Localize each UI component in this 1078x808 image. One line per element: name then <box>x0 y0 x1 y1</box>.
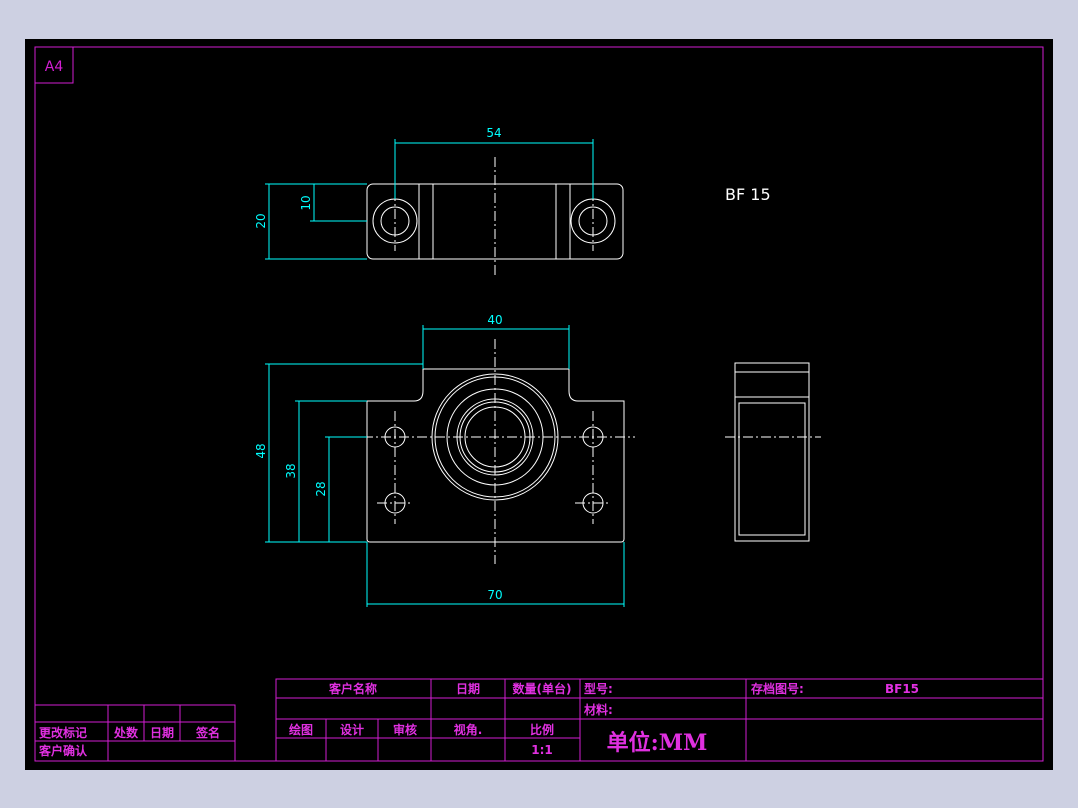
tb-drawn: 绘图 <box>289 722 313 737</box>
tb-date: 日期 <box>456 681 480 696</box>
dim-front-step-width: 40 <box>487 313 502 327</box>
tb-customer-name: 客户名称 <box>328 681 377 696</box>
tb-view-angle: 视角. <box>454 722 483 737</box>
dim-front-height: 48 <box>254 443 268 458</box>
top-view <box>366 157 624 277</box>
side-view-body <box>734 362 810 542</box>
tb-material: 材料: <box>583 702 613 717</box>
tb-review: 审核 <box>393 722 417 737</box>
tb-unit: 单位:MM <box>607 730 708 756</box>
dim-top-height: 20 <box>254 213 268 228</box>
tb-scale-value: 1:1 <box>531 743 553 757</box>
dim-front-width: 70 <box>487 588 502 602</box>
tb-design: 设计 <box>340 722 364 737</box>
top-view-dimensions: 54 20 10 <box>254 126 594 260</box>
revision-block: 更改标记 处数 日期 签名 客户确认 <box>34 704 236 762</box>
sheet-border <box>34 46 1044 762</box>
drawing-sheet: A4 54 20 10 BF 15 40 48 38 28 70 更改标记 处数… <box>34 46 1044 762</box>
side-view <box>725 362 821 542</box>
tb-model: 型号: <box>584 681 613 696</box>
tb-quantity: 数量(单台) <box>513 681 572 696</box>
rev-count: 处数 <box>113 725 139 740</box>
rev-customer-confirm: 客户确认 <box>38 743 88 758</box>
tb-scale-label: 比例 <box>530 722 554 737</box>
front-view <box>345 339 635 564</box>
part-label: BF 15 <box>725 185 771 204</box>
sheet-size-label: A4 <box>45 59 64 75</box>
tb-archive-no: 存档图号: <box>750 681 804 696</box>
tb-archive-value: BF15 <box>885 682 919 696</box>
rev-change-mark: 更改标记 <box>39 725 87 740</box>
cad-viewport[interactable]: A4 54 20 10 BF 15 40 48 38 28 70 更改标记 处数… <box>25 39 1053 770</box>
rev-signature: 签名 <box>195 725 220 740</box>
dim-top-hole-offset: 10 <box>299 195 313 210</box>
dim-top-width: 54 <box>486 126 501 140</box>
dim-front-hole-upper: 38 <box>284 463 298 478</box>
title-block: 客户名称 日期 数量(单台) 型号: 存档图号: BF15 材料: 绘图 设计 … <box>275 678 1044 762</box>
dim-front-center: 28 <box>314 481 328 496</box>
front-view-dimensions: 40 48 38 28 70 <box>254 313 625 607</box>
rev-date: 日期 <box>150 725 174 740</box>
